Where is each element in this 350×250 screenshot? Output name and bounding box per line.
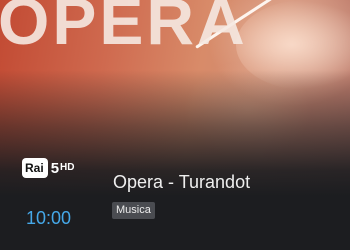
channel-logo-brand: Rai <box>22 158 48 178</box>
genre-badge: Musica <box>112 202 155 219</box>
channel-logo-hd: HD <box>60 162 75 173</box>
program-title: Opera - Turandot <box>113 172 251 192</box>
channel-logo-number: 5 <box>50 159 60 177</box>
hero-overlay-text: OPERA <box>0 0 248 58</box>
start-time: 10:00 <box>26 208 72 228</box>
channel-logo: Rai 5 HD <box>22 157 74 179</box>
